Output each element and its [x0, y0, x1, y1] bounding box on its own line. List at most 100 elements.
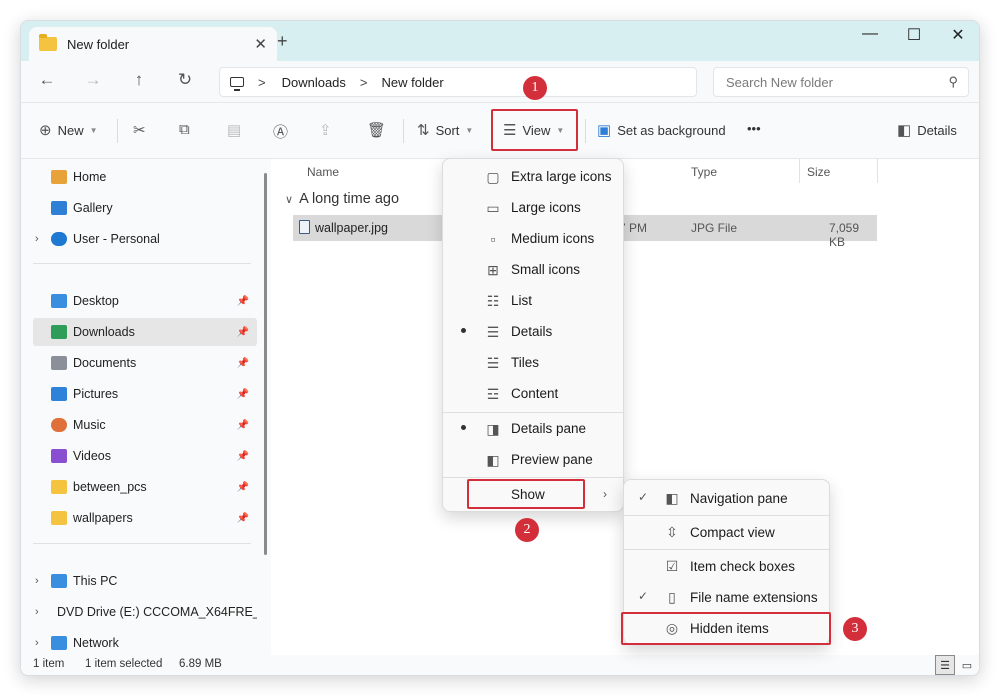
up-button[interactable]: ↑: [127, 70, 151, 90]
forward-button[interactable]: →: [81, 70, 105, 90]
search-placeholder: Search New folder: [726, 74, 833, 90]
sidebar-item-label: Pictures: [73, 387, 119, 401]
menu-divider: [624, 549, 829, 550]
cut-button[interactable]: ✂: [133, 121, 152, 139]
pictures-icon: [51, 387, 67, 401]
gallery-icon: [51, 201, 67, 215]
sidebar-item-dvd-drive[interactable]: › DVD Drive (E:) CCCOMA_X64FRE_EN: [33, 598, 257, 626]
sidebar-scrollbar[interactable]: [264, 173, 267, 555]
column-header-size[interactable]: Size: [807, 165, 830, 179]
breadcrumb-new-folder[interactable]: New folder: [382, 75, 444, 90]
item-count: 1 item: [33, 658, 65, 670]
sidebar-item-documents[interactable]: Documents 📌: [33, 349, 257, 377]
tab-new-folder[interactable]: New folder ✕: [29, 27, 277, 61]
sidebar-item-downloads[interactable]: Downloads 📌: [33, 318, 257, 346]
minimize-button[interactable]: —: [847, 25, 893, 43]
sidebar-item-label: Gallery: [73, 201, 113, 215]
new-tab-button[interactable]: +: [277, 31, 288, 52]
sort-button[interactable]: ⇅ Sort ▼: [417, 121, 473, 139]
sidebar-item-this-pc[interactable]: › This PC: [33, 567, 257, 595]
menu-item-large-icons[interactable]: ▭ Large icons: [443, 193, 623, 223]
sidebar-item-label: Network: [73, 636, 119, 650]
copy-button[interactable]: ⧉: [179, 121, 196, 138]
menu-item-label: Large icons: [511, 200, 581, 215]
tiles-view-toggle[interactable]: ▭: [957, 655, 977, 675]
home-icon: [51, 170, 67, 184]
music-icon: [51, 418, 67, 432]
menu-item-extra-large-icons[interactable]: ▢ Extra large icons: [443, 162, 623, 192]
search-input[interactable]: Search New folder ⚲: [713, 67, 969, 97]
menu-item-tiles[interactable]: ☱ Tiles: [443, 348, 623, 378]
submenu-item-compact-view[interactable]: ⇳ Compact view: [624, 517, 829, 547]
menu-item-small-icons[interactable]: ⊞ Small icons: [443, 255, 623, 285]
sidebar-item-gallery[interactable]: Gallery: [33, 194, 257, 222]
checkmark-icon: ✓: [638, 589, 649, 603]
column-divider[interactable]: [799, 159, 800, 183]
sidebar-divider: [33, 263, 251, 264]
close-button[interactable]: ✕: [935, 25, 979, 45]
folder-icon: [51, 480, 67, 494]
details-view-toggle[interactable]: ☰: [935, 655, 955, 675]
sidebar-item-between-pcs[interactable]: between_pcs 📌: [33, 473, 257, 501]
menu-item-details-pane[interactable]: ◨ Details pane: [443, 414, 623, 444]
breadcrumb-downloads[interactable]: Downloads: [282, 75, 346, 90]
details-button-label: Details: [917, 122, 957, 138]
submenu-item-item-check-boxes[interactable]: ☑ Item check boxes: [624, 551, 829, 581]
column-divider[interactable]: [877, 159, 878, 183]
sidebar-item-videos[interactable]: Videos 📌: [33, 442, 257, 470]
more-options-button[interactable]: •••: [747, 121, 761, 136]
share-button[interactable]: ⇪: [319, 121, 338, 139]
delete-button[interactable]: 🗑: [367, 121, 392, 139]
menu-item-list[interactable]: ☷ List: [443, 286, 623, 316]
chevron-right-icon[interactable]: ›: [35, 575, 39, 587]
network-icon: [51, 636, 67, 650]
pin-icon: 📌: [236, 450, 249, 462]
breadcrumb-separator: >: [258, 74, 266, 90]
refresh-button[interactable]: ↻: [173, 70, 197, 90]
column-header-name[interactable]: Name: [307, 165, 339, 179]
sidebar-item-label: Desktop: [73, 294, 119, 308]
group-header[interactable]: ∨ A long time ago: [285, 191, 399, 207]
rename-button[interactable]: Ⓐ: [273, 121, 294, 142]
menu-item-preview-pane[interactable]: ◧ Preview pane: [443, 445, 623, 475]
menu-item-medium-icons[interactable]: ▫ Medium icons: [443, 224, 623, 254]
menu-item-details[interactable]: ☰ Details: [443, 317, 623, 347]
back-button[interactable]: ←: [35, 70, 59, 90]
address-field[interactable]: > Downloads > New folder: [219, 67, 697, 97]
menu-divider: [443, 477, 623, 478]
cloud-icon: [51, 232, 67, 246]
address-bar-row: ← → ↑ ↻ > Downloads > New folder Search …: [21, 61, 979, 103]
sidebar-item-desktop[interactable]: Desktop 📌: [33, 287, 257, 315]
column-header-type[interactable]: Type: [691, 165, 717, 179]
paste-button[interactable]: ▤: [227, 121, 247, 139]
chevron-right-icon: ›: [603, 487, 607, 501]
tab-close-icon[interactable]: ✕: [254, 35, 267, 53]
toolbar-divider: [585, 119, 586, 143]
sidebar-item-music[interactable]: Music 📌: [33, 411, 257, 439]
maximize-button[interactable]: ☐: [891, 25, 937, 45]
sidebar-item-wallpapers[interactable]: wallpapers 📌: [33, 504, 257, 532]
set-as-background-button[interactable]: ▣ Set as background: [597, 121, 726, 139]
new-button[interactable]: ⊕ New ▼: [39, 121, 98, 139]
image-file-icon: [299, 220, 310, 234]
menu-item-label: Preview pane: [511, 452, 593, 467]
menu-item-label: Medium icons: [511, 231, 595, 246]
compact-view-icon: ⇳: [666, 524, 678, 540]
chevron-right-icon[interactable]: ›: [35, 606, 39, 618]
sidebar-item-pictures[interactable]: Pictures 📌: [33, 380, 257, 408]
sidebar-item-home[interactable]: Home: [33, 163, 257, 191]
sidebar-item-network[interactable]: › Network: [33, 629, 257, 657]
details-pane-button[interactable]: ◧ Details: [897, 121, 957, 139]
chevron-down-icon: ∨: [285, 194, 294, 206]
chevron-right-icon[interactable]: ›: [35, 233, 39, 245]
chevron-right-icon[interactable]: ›: [35, 637, 39, 649]
sidebar-item-label: Home: [73, 170, 107, 184]
menu-item-content[interactable]: ☲ Content: [443, 379, 623, 409]
sort-button-label: Sort: [435, 122, 460, 138]
submenu-item-file-name-extensions[interactable]: ✓ ▯ File name extensions: [624, 582, 829, 612]
tab-title: New folder: [67, 36, 130, 52]
submenu-item-navigation-pane[interactable]: ✓ ◧ Navigation pane: [624, 483, 829, 513]
menu-item-label: Compact view: [690, 525, 775, 540]
sidebar-item-user-personal[interactable]: › User - Personal: [33, 225, 257, 253]
menu-item-label: File name extensions: [690, 590, 818, 605]
